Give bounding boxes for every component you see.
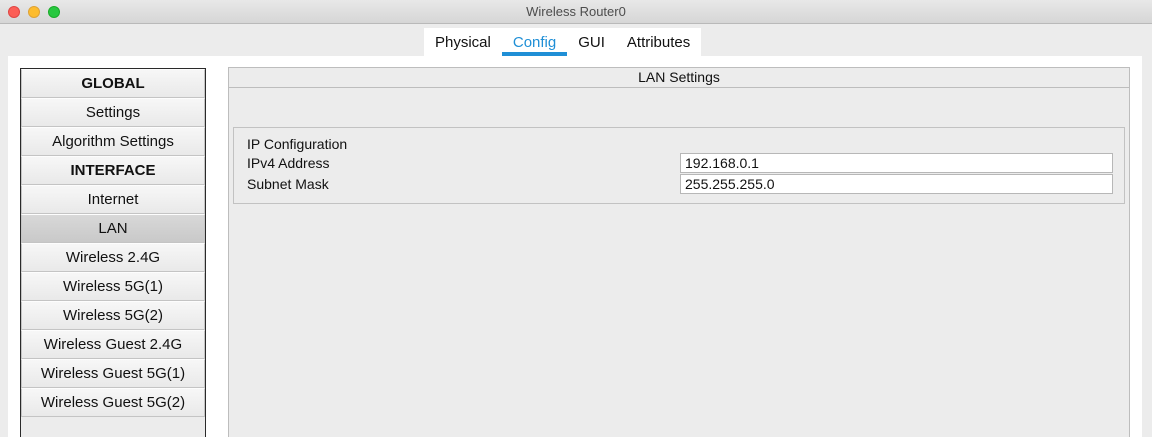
- sidebar-header-interface: INTERFACE: [21, 156, 205, 185]
- sidebar-item-wireless-5g-1[interactable]: Wireless 5G(1): [21, 272, 205, 301]
- group-title: IP Configuration: [247, 136, 348, 152]
- ipv4-address-label: IPv4 Address: [247, 155, 330, 171]
- ipv4-address-field[interactable]: [680, 153, 1113, 173]
- tab-config[interactable]: Config: [501, 28, 568, 56]
- ip-configuration-group: IP Configuration IPv4 Address Subnet Mas…: [233, 127, 1125, 204]
- subnet-mask-label: Subnet Mask: [247, 176, 329, 192]
- sidebar-header-global: GLOBAL: [21, 69, 205, 98]
- sidebar-item-wireless-5g-2[interactable]: Wireless 5G(2): [21, 301, 205, 330]
- panel-title: LAN Settings: [229, 68, 1129, 88]
- config-sidebar: GLOBAL Settings Algorithm Settings INTER…: [20, 68, 206, 437]
- sidebar-item-settings[interactable]: Settings: [21, 98, 205, 127]
- sidebar-item-lan[interactable]: LAN: [21, 214, 205, 243]
- tab-physical[interactable]: Physical: [424, 28, 502, 56]
- tab-bar: Physical Config GUI Attributes: [424, 28, 702, 56]
- sidebar-item-internet[interactable]: Internet: [21, 185, 205, 214]
- sidebar-item-wireless-2-4g[interactable]: Wireless 2.4G: [21, 243, 205, 272]
- window-title: Wireless Router0: [526, 4, 626, 19]
- subnet-mask-field[interactable]: [680, 174, 1113, 194]
- sidebar-item-algorithm-settings[interactable]: Algorithm Settings: [21, 127, 205, 156]
- sidebar-item-wireless-guest-2-4g[interactable]: Wireless Guest 2.4G: [21, 330, 205, 359]
- sidebar-item-wireless-guest-5g-2[interactable]: Wireless Guest 5G(2): [21, 388, 205, 417]
- lan-settings-panel: LAN Settings IP Configuration IPv4 Addre…: [228, 67, 1130, 437]
- title-bar: Wireless Router0: [0, 0, 1152, 24]
- tab-attributes[interactable]: Attributes: [616, 28, 701, 56]
- tab-gui[interactable]: GUI: [567, 28, 616, 56]
- sidebar-item-wireless-guest-5g-1[interactable]: Wireless Guest 5G(1): [21, 359, 205, 388]
